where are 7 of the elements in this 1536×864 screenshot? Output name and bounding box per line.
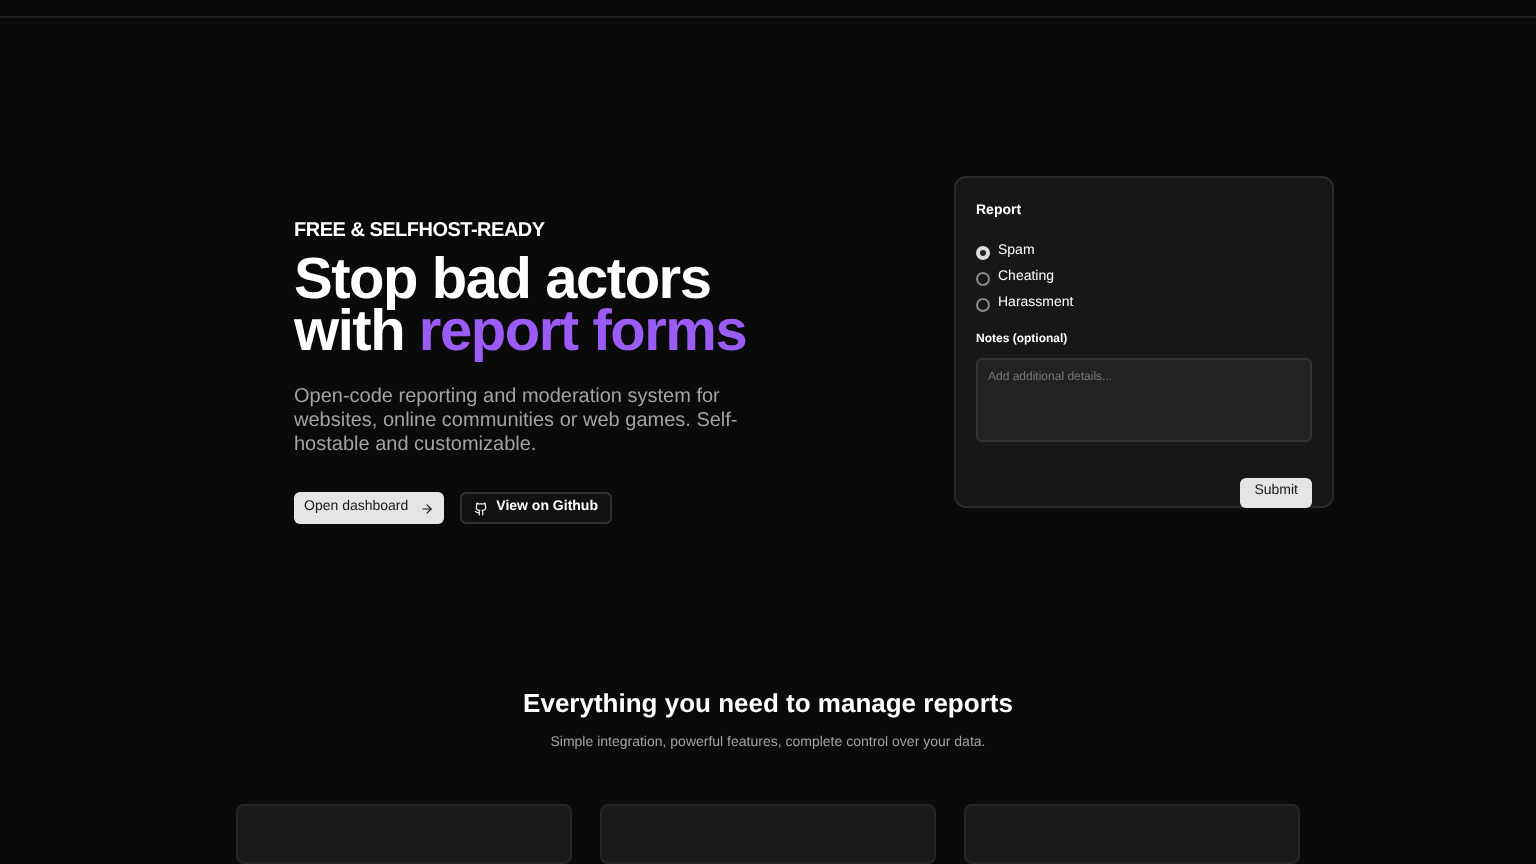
hero-title-accent: report forms xyxy=(418,300,747,364)
hero-description: Open-code reporting and moderation system for websites, online communities or web games. Self-hostable and customizable. xyxy=(294,386,740,458)
arrow-right-icon xyxy=(420,501,435,515)
github-icon xyxy=(474,501,489,515)
section-title: Everything you need to manage reports xyxy=(523,686,1013,722)
eyebrow-text: FREE & SELFHOST-READY xyxy=(294,218,547,246)
hero-title: Stop bad actors xyxy=(294,254,711,306)
